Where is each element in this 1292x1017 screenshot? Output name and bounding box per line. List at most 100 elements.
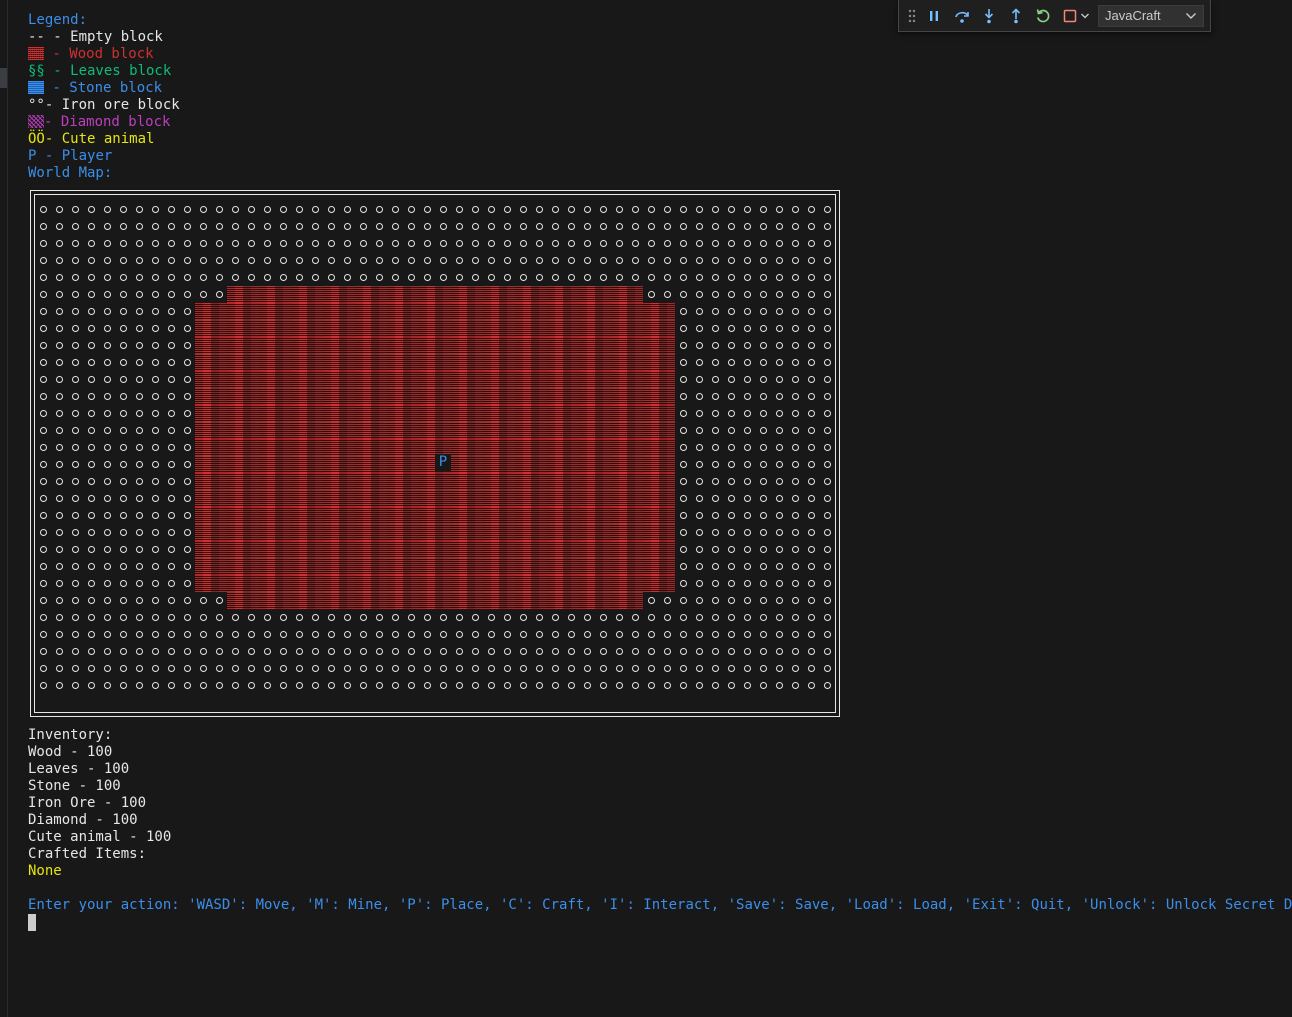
empty-block (675, 388, 691, 405)
wood-block (627, 422, 643, 439)
drag-handle-icon[interactable] (907, 7, 917, 25)
wood-block (659, 507, 675, 524)
wood-block (275, 388, 291, 405)
empty-block (707, 524, 723, 541)
wood-block (227, 439, 243, 456)
empty-block (515, 626, 531, 643)
empty-block (819, 490, 835, 507)
empty-block (195, 677, 211, 694)
empty-block (675, 439, 691, 456)
wood-block (579, 524, 595, 541)
empty-block (675, 490, 691, 507)
empty-block (771, 303, 787, 320)
wood-block (659, 371, 675, 388)
empty-block (787, 337, 803, 354)
wood-block (611, 286, 627, 303)
wood-block (195, 439, 211, 456)
wood-block (291, 541, 307, 558)
empty-block (435, 218, 451, 235)
wood-block (595, 575, 611, 592)
empty-block (131, 371, 147, 388)
wood-block (307, 422, 323, 439)
empty-block (787, 541, 803, 558)
wood-block (467, 558, 483, 575)
empty-block (627, 643, 643, 660)
empty-block (83, 609, 99, 626)
wood-block (611, 473, 627, 490)
wood-block (515, 456, 531, 473)
wood-block (435, 558, 451, 575)
empty-block (67, 660, 83, 677)
empty-block (323, 609, 339, 626)
wood-block (227, 286, 243, 303)
wood-block (435, 337, 451, 354)
wood-block (579, 592, 595, 609)
empty-block (643, 609, 659, 626)
empty-block (371, 609, 387, 626)
step-into-icon[interactable] (980, 7, 998, 25)
empty-block (163, 626, 179, 643)
empty-block (739, 422, 755, 439)
wood-block (371, 524, 387, 541)
empty-block (179, 371, 195, 388)
wood-block (483, 439, 499, 456)
empty-block (275, 252, 291, 269)
wood-block (643, 575, 659, 592)
empty-block (643, 218, 659, 235)
empty-block (403, 269, 419, 286)
wood-block (579, 422, 595, 439)
wood-block (259, 575, 275, 592)
wood-block (307, 575, 323, 592)
empty-block (707, 558, 723, 575)
wood-block (387, 490, 403, 507)
restart-icon[interactable] (1034, 7, 1052, 25)
stop-icon[interactable] (1061, 7, 1079, 25)
empty-block (563, 609, 579, 626)
empty-block (723, 201, 739, 218)
empty-block (707, 541, 723, 558)
wood-block (371, 592, 387, 609)
empty-block (563, 677, 579, 694)
empty-block (563, 252, 579, 269)
empty-block (739, 643, 755, 660)
wood-block (563, 592, 579, 609)
wood-block (259, 320, 275, 337)
empty-block (35, 524, 51, 541)
wood-block (211, 303, 227, 320)
empty-block (707, 609, 723, 626)
empty-block (323, 626, 339, 643)
empty-block (419, 626, 435, 643)
empty-block (435, 252, 451, 269)
empty-block (739, 660, 755, 677)
wood-block (531, 507, 547, 524)
wood-block (227, 490, 243, 507)
terminal-cursor[interactable] (28, 914, 36, 931)
empty-block (435, 609, 451, 626)
wood-block (355, 371, 371, 388)
wood-block (563, 371, 579, 388)
empty-block (83, 303, 99, 320)
step-out-icon[interactable] (1007, 7, 1025, 25)
empty-block (707, 371, 723, 388)
empty-block (195, 269, 211, 286)
empty-block (211, 643, 227, 660)
wood-block (467, 422, 483, 439)
wood-block (275, 303, 291, 320)
wood-block (387, 592, 403, 609)
debug-target-label: JavaCraft (1105, 8, 1161, 23)
debug-target-select[interactable]: JavaCraft (1098, 5, 1204, 27)
step-over-icon[interactable] (953, 7, 971, 25)
empty-block (83, 354, 99, 371)
empty-block (819, 473, 835, 490)
empty-block (451, 235, 467, 252)
empty-block (755, 592, 771, 609)
chevron-down-icon[interactable] (1080, 7, 1090, 25)
empty-block (691, 218, 707, 235)
empty-block (147, 252, 163, 269)
empty-block (163, 558, 179, 575)
empty-block (67, 626, 83, 643)
wood-block (355, 541, 371, 558)
wood-block (243, 592, 259, 609)
empty-block (131, 286, 147, 303)
pause-icon[interactable] (926, 7, 942, 25)
